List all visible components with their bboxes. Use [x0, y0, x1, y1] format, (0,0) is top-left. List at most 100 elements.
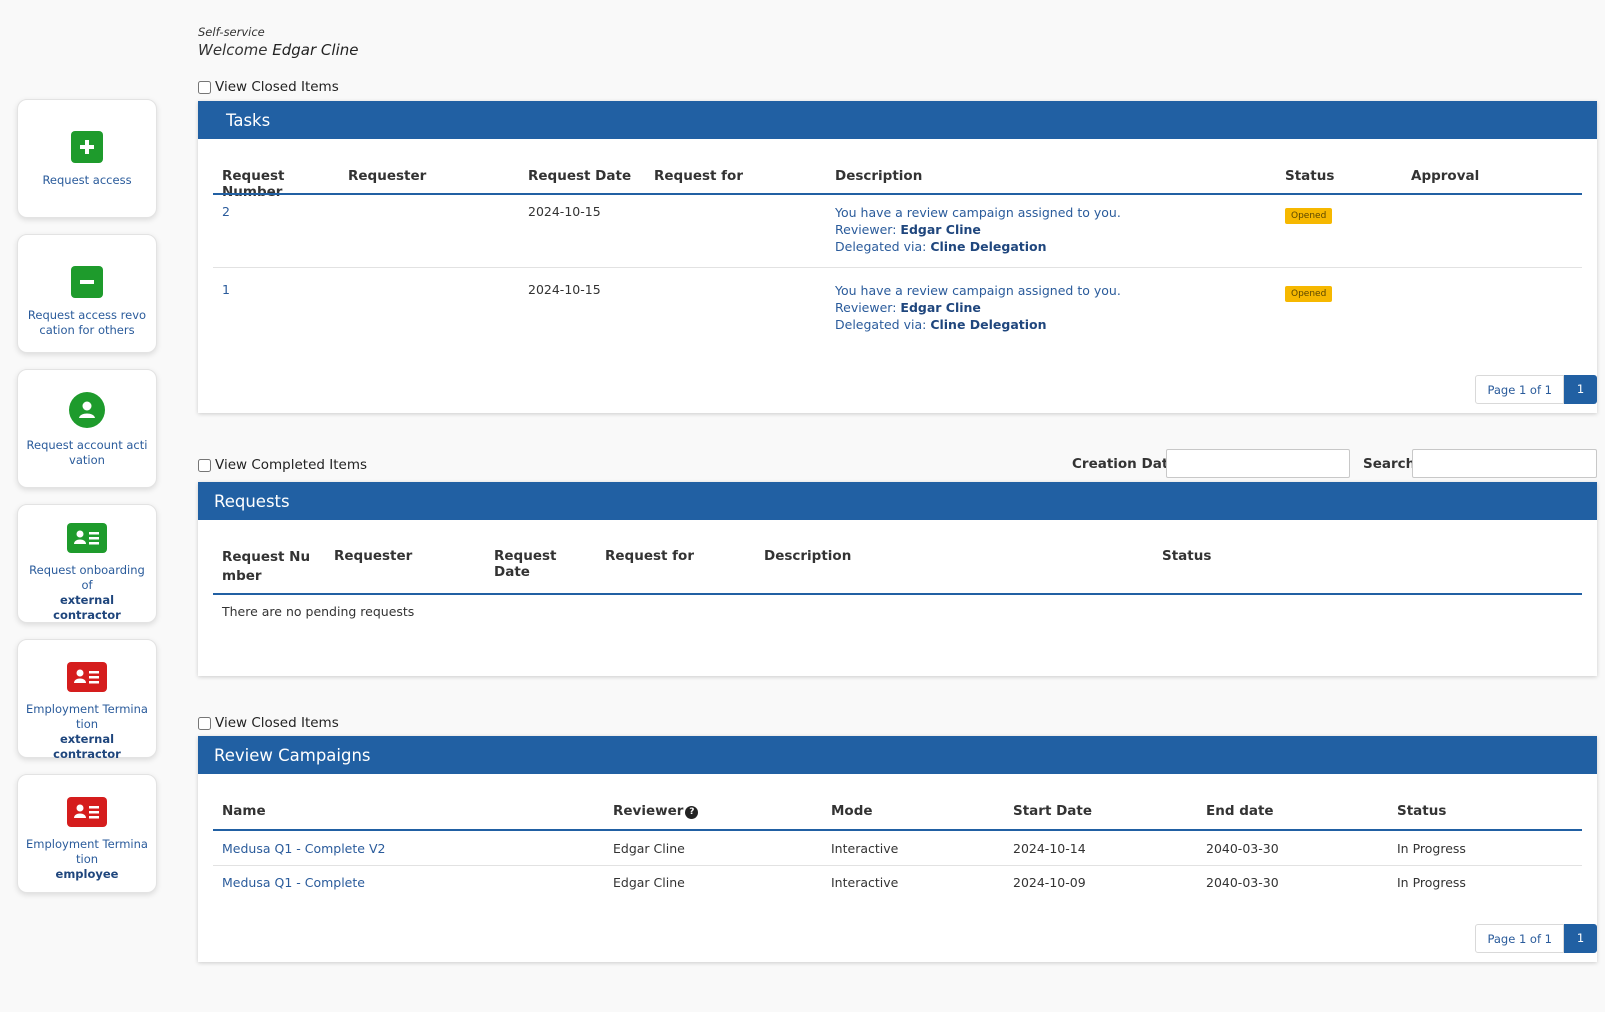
id-card-icon	[67, 662, 107, 692]
header-rule	[213, 193, 1582, 195]
description-link[interactable]: You have a review campaign assigned to y…	[835, 282, 1267, 299]
end-date: 2040-03-30	[1206, 875, 1279, 890]
status: In Progress	[1397, 841, 1466, 856]
review-campaigns-panel: Review Campaigns Name Reviewer? Mode Sta…	[198, 736, 1597, 962]
status: In Progress	[1397, 875, 1466, 890]
checkbox[interactable]	[198, 458, 211, 472]
table-row[interactable]: Medusa Q1 - Complete V2 Edgar Cline Inte…	[213, 841, 1582, 856]
tile-label: Request account activation	[26, 438, 148, 467]
termination-employee-tile[interactable]: Employment Termination employee	[17, 774, 157, 893]
approval	[1402, 282, 1582, 333]
request-account-activation-tile[interactable]: Request account activation	[17, 369, 157, 488]
tasks-panel: Tasks Request Number Requester Request D…	[198, 101, 1597, 413]
tile-label: Employment Termination employee	[26, 837, 148, 881]
request-date: 2024-10-15	[528, 204, 601, 219]
request-date: 2024-10-15	[528, 282, 601, 297]
requester	[339, 204, 519, 255]
tasks-pager: Page 1 of 1 1	[1475, 375, 1597, 404]
reviewer: Edgar Cline	[613, 841, 685, 856]
tile-label: Request access revocation for others	[27, 308, 147, 337]
col-request-for[interactable]: Request for	[596, 548, 755, 586]
col-status[interactable]: Status	[1153, 548, 1582, 586]
plus-icon	[71, 131, 103, 163]
creation-date-input[interactable]	[1166, 449, 1350, 478]
col-description[interactable]: Description	[755, 548, 1153, 586]
header-rule	[213, 829, 1582, 831]
view-completed-checkbox[interactable]: View Completed Items	[198, 457, 367, 473]
col-request-date[interactable]: Request Date	[519, 168, 645, 200]
requester	[339, 282, 519, 333]
col-reviewer[interactable]: Reviewer?	[604, 803, 822, 819]
id-card-icon	[67, 523, 107, 553]
col-requester[interactable]: Requester	[325, 548, 485, 586]
table-header: Request Number Requester Request Date Re…	[213, 548, 1582, 586]
col-end-date[interactable]: End date	[1197, 803, 1388, 819]
request-revocation-tile[interactable]: Request access revocation for others	[17, 234, 157, 353]
table-row[interactable]: Medusa Q1 - Complete Edgar Cline Interac…	[213, 875, 1582, 890]
status-badge: Opened	[1285, 208, 1333, 224]
delegation-link[interactable]: Cline Delegation	[930, 239, 1046, 254]
row-divider	[213, 267, 1582, 268]
checkbox[interactable]	[198, 716, 211, 730]
row-divider	[213, 865, 1582, 866]
col-description[interactable]: Description	[826, 168, 1276, 200]
panel-title: Review Campaigns	[198, 736, 1597, 774]
col-request-date[interactable]: Request Date	[485, 548, 596, 586]
request-number[interactable]: 2	[213, 204, 339, 255]
campaign-name-link[interactable]: Medusa Q1 - Complete	[213, 875, 604, 890]
col-status[interactable]: Status	[1388, 803, 1582, 819]
request-access-tile[interactable]: Request access	[17, 99, 157, 218]
page-1-button[interactable]: 1	[1564, 375, 1597, 404]
requests-panel: Requests Request Number Requester Reques…	[198, 482, 1597, 676]
col-requester[interactable]: Requester	[339, 168, 519, 200]
user-circle-icon	[69, 392, 105, 428]
delegation-link[interactable]: Cline Delegation	[930, 317, 1046, 332]
reviewer-label: Reviewer:	[835, 300, 897, 315]
table-header: Name Reviewer? Mode Start Date End date …	[213, 803, 1582, 819]
page-info: Page 1 of 1	[1475, 375, 1564, 404]
tasks-row[interactable]: 2 2024-10-15 You have a review campaign …	[213, 204, 1582, 255]
panel-title: Tasks	[198, 101, 1597, 139]
request-for	[645, 204, 826, 255]
request-number[interactable]: 1	[213, 282, 339, 333]
reviewer-link[interactable]: Edgar Cline	[900, 300, 981, 315]
search-input[interactable]	[1412, 449, 1597, 478]
page-1-button[interactable]: 1	[1564, 924, 1597, 953]
breadcrumb: Self-service	[198, 25, 265, 39]
col-request-number[interactable]: Request Number	[213, 168, 339, 200]
termination-contractor-tile[interactable]: Employment Termination external contracto…	[17, 639, 157, 761]
col-name[interactable]: Name	[213, 803, 604, 819]
col-mode[interactable]: Mode	[822, 803, 1004, 819]
view-closed-tasks-checkbox[interactable]: View Closed Items	[198, 79, 339, 95]
checkbox[interactable]	[198, 80, 211, 94]
view-closed-campaigns-checkbox[interactable]: View Closed Items	[198, 715, 339, 731]
col-request-number[interactable]: Request Number	[213, 548, 325, 586]
approval	[1402, 204, 1582, 255]
start-date: 2024-10-14	[1013, 841, 1086, 856]
tile-label: Request onboarding of external contractor	[29, 563, 145, 622]
reviewer-label: Reviewer:	[835, 222, 897, 237]
col-approval[interactable]: Approval	[1402, 168, 1582, 200]
delegated-label: Delegated via:	[835, 239, 927, 254]
description-link[interactable]: You have a review campaign assigned to y…	[835, 204, 1267, 221]
welcome-text: Welcome Edgar Cline	[198, 41, 359, 59]
requests-table: Request Number Requester Request Date Re…	[213, 548, 1582, 586]
mode: Interactive	[831, 875, 899, 890]
tasks-row[interactable]: 1 2024-10-15 You have a review campaign …	[213, 282, 1582, 333]
request-onboarding-tile[interactable]: Request onboarding of external contractor	[17, 504, 157, 623]
reviewer-link[interactable]: Edgar Cline	[900, 222, 981, 237]
col-request-for[interactable]: Request for	[645, 168, 826, 200]
col-status[interactable]: Status	[1276, 168, 1402, 200]
help-icon[interactable]: ?	[685, 806, 699, 819]
description: You have a review campaign assigned to y…	[826, 204, 1276, 255]
mode: Interactive	[831, 841, 899, 856]
col-reviewer-label: Reviewer	[613, 803, 684, 819]
header-rule	[213, 593, 1582, 595]
campaign-name-link[interactable]: Medusa Q1 - Complete V2	[213, 841, 604, 856]
col-start-date[interactable]: Start Date	[1004, 803, 1197, 819]
reviewer: Edgar Cline	[613, 875, 685, 890]
delegated-label: Delegated via:	[835, 317, 927, 332]
minus-icon	[71, 266, 103, 298]
request-for	[645, 282, 826, 333]
campaigns-pager: Page 1 of 1 1	[1475, 924, 1597, 953]
